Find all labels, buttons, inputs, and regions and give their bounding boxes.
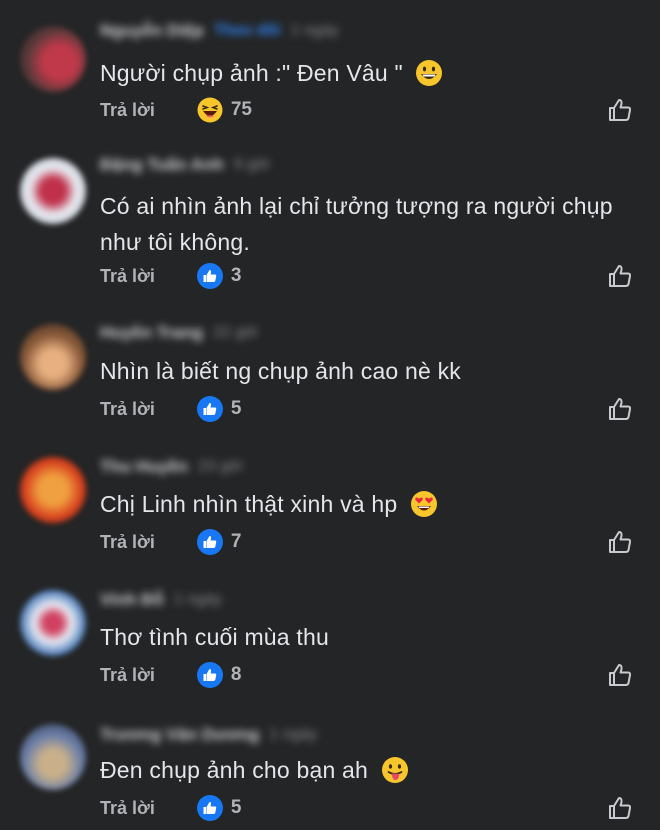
avatar[interactable] <box>20 724 86 790</box>
avatar[interactable] <box>20 590 86 656</box>
like-reaction-icon[interactable] <box>196 662 223 688</box>
reply-button[interactable]: Trả lời <box>100 399 155 420</box>
comment-text-row: Người chụp ảnh :" Đen Vâu " <box>100 55 630 91</box>
comment-text: Thơ tình cuối mùa thu <box>100 624 329 650</box>
comment-meta: Nguyễn Diệp Theo dõi 1 ngày <box>100 20 339 42</box>
comment-meta: Vinh Đỗ 1 ngày <box>100 589 222 611</box>
avatar-image <box>20 590 86 656</box>
reaction-count[interactable]: 5 <box>231 398 242 420</box>
author-name[interactable]: Nguyễn Diệp <box>100 21 204 41</box>
like-button[interactable] <box>606 794 634 822</box>
heart-eyes-icon <box>410 490 437 517</box>
comment-text: Có ai nhìn ảnh lại chỉ tưởng tượng ra ng… <box>100 193 613 255</box>
grinning-face-icon <box>416 59 443 86</box>
thumbs-up-icon <box>203 802 217 814</box>
comment-text: Đen chụp ảnh cho bạn ah <box>100 757 369 783</box>
timestamp[interactable]: 9 giờ <box>234 156 270 174</box>
timestamp[interactable]: 1 ngày <box>174 591 222 609</box>
tongue-out-icon <box>381 756 408 783</box>
comment-text-row: Có ai nhìn ảnh lại chỉ tưởng tượng ra ng… <box>100 188 630 260</box>
like-button[interactable] <box>606 528 634 556</box>
comment-text: Chị Linh nhìn thật xinh và hp <box>100 491 398 517</box>
comment-text: Nhìn là biết ng chụp ảnh cao nè kk <box>100 358 461 384</box>
like-reaction-icon[interactable] <box>196 795 223 821</box>
reaction-count[interactable]: 5 <box>231 797 242 819</box>
reaction-count[interactable]: 8 <box>231 664 242 686</box>
like-button[interactable] <box>606 262 634 290</box>
reply-button[interactable]: Trả lời <box>100 798 155 819</box>
avatar-image <box>20 26 86 92</box>
author-name[interactable]: Trương Văn Dương <box>100 725 259 745</box>
thumbs-up-outline-icon <box>609 398 632 420</box>
timestamp[interactable]: 1 ngày <box>291 22 339 40</box>
comment-actions: Trả lời 5 <box>100 794 241 822</box>
follow-link[interactable]: Theo dõi <box>214 22 281 40</box>
thumbs-up-icon <box>203 270 217 282</box>
comment-text-row: Chị Linh nhìn thật xinh và hp <box>100 486 630 522</box>
thumbs-up-icon <box>203 403 217 415</box>
comment-text: Người chụp ảnh :" Đen Vâu " <box>100 60 403 86</box>
comment-meta: Đặng Tuấn Anh 9 giờ <box>100 154 270 176</box>
like-reaction-icon[interactable] <box>196 529 223 555</box>
like-reaction-icon[interactable] <box>196 263 223 289</box>
thumbs-up-outline-icon <box>609 531 632 553</box>
haha-reaction-icon[interactable] <box>197 97 223 123</box>
reply-button[interactable]: Trả lời <box>100 532 155 553</box>
thumbs-up-icon <box>203 536 217 548</box>
reaction-count[interactable]: 3 <box>231 265 242 287</box>
avatar[interactable] <box>20 26 86 92</box>
author-name[interactable]: Đặng Tuấn Anh <box>100 155 224 175</box>
avatar-image <box>20 724 86 790</box>
timestamp[interactable]: 23 giờ <box>198 458 243 476</box>
comment-actions: Trả lời 8 <box>100 661 241 689</box>
thumbs-up-outline-icon <box>609 664 632 686</box>
comment-actions: Trả lời 3 <box>100 262 241 290</box>
thumbs-up-outline-icon <box>609 797 632 819</box>
author-name[interactable]: Thu Huyền <box>100 457 188 477</box>
thumbs-up-icon <box>203 669 217 681</box>
comment-text-row: Nhìn là biết ng chụp ảnh cao nè kk <box>100 353 630 389</box>
reaction-count[interactable]: 7 <box>231 531 242 553</box>
haha-icon <box>197 97 223 123</box>
reaction-count[interactable]: 75 <box>231 99 252 121</box>
avatar-image <box>20 457 86 523</box>
author-name[interactable]: Vinh Đỗ <box>100 590 164 610</box>
timestamp[interactable]: 1 ngày <box>269 726 317 744</box>
like-button[interactable] <box>606 395 634 423</box>
like-button[interactable] <box>606 661 634 689</box>
comment-actions: Trả lời 75 <box>100 96 252 124</box>
avatar[interactable] <box>20 457 86 523</box>
comment-actions: Trả lời 7 <box>100 528 241 556</box>
comment-text-row: Đen chụp ảnh cho bạn ah <box>100 752 630 788</box>
thumbs-up-outline-icon <box>609 99 632 121</box>
avatar[interactable] <box>20 324 86 390</box>
avatar-image <box>20 324 86 390</box>
like-button[interactable] <box>606 96 634 124</box>
timestamp[interactable]: 22 giờ <box>213 324 258 342</box>
comment-meta: Thu Huyền 23 giờ <box>100 456 243 478</box>
avatar[interactable] <box>20 158 86 224</box>
comment-meta: Trương Văn Dương 1 ngày <box>100 724 317 746</box>
comment-meta: Huyền Trang 22 giờ <box>100 322 258 344</box>
like-reaction-icon[interactable] <box>196 396 223 422</box>
comment-actions: Trả lời 5 <box>100 395 241 423</box>
reply-button[interactable]: Trả lời <box>100 665 155 686</box>
author-name[interactable]: Huyền Trang <box>100 323 203 343</box>
reply-button[interactable]: Trả lời <box>100 100 155 121</box>
thumbs-up-outline-icon <box>609 265 632 287</box>
comment-text-row: Thơ tình cuối mùa thu <box>100 619 630 655</box>
avatar-image <box>20 158 86 224</box>
reply-button[interactable]: Trả lời <box>100 266 155 287</box>
